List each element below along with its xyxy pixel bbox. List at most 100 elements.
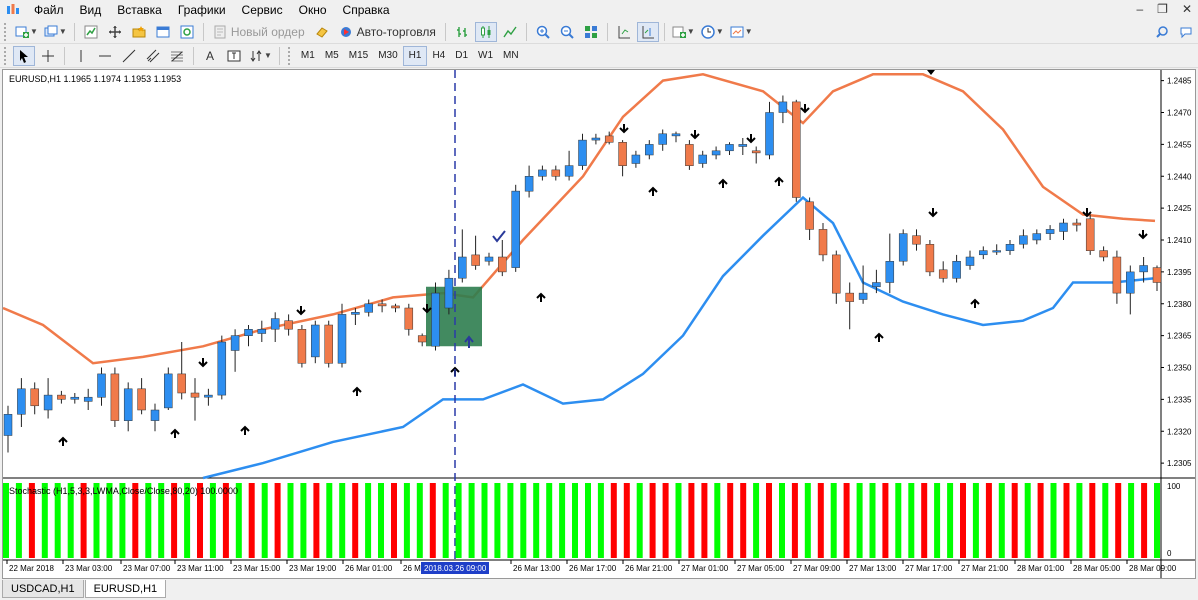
channel-button[interactable] bbox=[142, 46, 164, 66]
new-chart-button[interactable]: ▼ bbox=[13, 22, 40, 42]
menu-insert[interactable]: Вставка bbox=[109, 0, 170, 20]
tile-windows-button[interactable] bbox=[580, 22, 602, 42]
templates-button[interactable]: ▼ bbox=[728, 22, 755, 42]
fractal-up-arrow bbox=[874, 332, 884, 342]
text-tool-button[interactable]: A bbox=[199, 46, 221, 66]
stochastic-bar bbox=[740, 483, 747, 558]
line-chart-button[interactable] bbox=[499, 22, 521, 42]
stochastic-bar bbox=[442, 483, 449, 558]
restore-icon[interactable]: ❐ bbox=[1157, 2, 1168, 16]
candle-body bbox=[471, 254, 480, 266]
chart-shift-button[interactable] bbox=[636, 21, 659, 42]
stochastic-bar bbox=[1050, 483, 1057, 558]
periods-button[interactable]: ▼ bbox=[699, 22, 726, 42]
timeframe-mn[interactable]: MN bbox=[498, 46, 524, 66]
data-window-button[interactable] bbox=[104, 22, 126, 42]
chart-shift-icon bbox=[642, 25, 654, 38]
time-tick-label: 28 Mar 09:00 bbox=[1129, 564, 1177, 573]
horizontal-line-button[interactable] bbox=[94, 46, 116, 66]
timeframe-m30[interactable]: M30 bbox=[373, 46, 402, 66]
timeframe-w1[interactable]: W1 bbox=[473, 46, 498, 66]
candle-body bbox=[738, 144, 748, 147]
close-icon[interactable]: ✕ bbox=[1182, 2, 1192, 16]
crosshair-tool-button[interactable] bbox=[37, 46, 59, 66]
stochastic-bar bbox=[274, 483, 281, 558]
stochastic-bar bbox=[1115, 483, 1122, 558]
auto-trading-button[interactable]: Авто-торговля bbox=[335, 22, 440, 42]
label-tool-button[interactable] bbox=[223, 46, 245, 66]
chat-button[interactable] bbox=[1175, 22, 1197, 42]
minimize-icon[interactable]: – bbox=[1136, 2, 1143, 16]
candle-body bbox=[778, 101, 788, 113]
toolbar-separator bbox=[278, 46, 280, 65]
meta-editor-button[interactable] bbox=[311, 22, 333, 42]
candle-body bbox=[538, 169, 547, 177]
timeframe-h1[interactable]: H1 bbox=[402, 45, 428, 66]
toolbar-grip[interactable] bbox=[4, 46, 8, 65]
indicators-button[interactable]: ▼ bbox=[670, 22, 697, 42]
toolbar-separator bbox=[64, 46, 65, 65]
trendline-icon bbox=[122, 49, 136, 62]
menu-help[interactable]: Справка bbox=[335, 0, 398, 20]
price-tick-label: 1.2470 bbox=[1167, 109, 1192, 118]
candle-body bbox=[417, 335, 427, 343]
candle-body bbox=[1032, 233, 1042, 241]
candle-body bbox=[725, 144, 734, 152]
autoscroll-button[interactable] bbox=[613, 22, 635, 42]
tab-eurusd[interactable]: EURUSD,H1 bbox=[84, 580, 167, 598]
candle-body bbox=[444, 277, 454, 309]
trendline-button[interactable] bbox=[118, 46, 140, 66]
zoom-in-button[interactable] bbox=[532, 22, 554, 42]
timeframe-h4[interactable]: H4 bbox=[427, 46, 450, 66]
navigator-button[interactable] bbox=[128, 22, 150, 42]
menu-charts[interactable]: Графики bbox=[170, 0, 234, 20]
candle-body bbox=[364, 303, 373, 313]
menu-file[interactable]: Файл bbox=[26, 0, 72, 20]
arrows-tool-button[interactable]: ▼ bbox=[247, 46, 274, 66]
strategy-tester-button[interactable] bbox=[176, 22, 198, 42]
candlestick-chart-button[interactable] bbox=[474, 21, 497, 42]
timeframe-m5[interactable]: M5 bbox=[320, 46, 344, 66]
toolbar-grip[interactable] bbox=[4, 22, 8, 41]
stochastic-bar bbox=[947, 483, 954, 558]
stochastic-bar bbox=[830, 483, 837, 558]
new-order-button[interactable]: Новый ордер bbox=[209, 22, 309, 42]
candle-body bbox=[965, 256, 975, 266]
profiles-button[interactable]: ▼ bbox=[42, 22, 69, 42]
cursor-tool-button[interactable] bbox=[13, 45, 35, 66]
candle-body bbox=[230, 335, 240, 351]
fractal-down-arrow bbox=[690, 130, 700, 140]
stochastic-bar bbox=[1076, 483, 1083, 558]
price-tick-label: 1.2410 bbox=[1167, 236, 1192, 245]
candle-body bbox=[484, 256, 494, 262]
price-tick-label: 1.2485 bbox=[1167, 77, 1192, 86]
time-tick-label: 23 Mar 03:00 bbox=[65, 564, 113, 573]
candle-body bbox=[377, 303, 387, 307]
timeframe-m1[interactable]: M1 bbox=[296, 46, 320, 66]
toolbar-grip[interactable] bbox=[287, 46, 292, 65]
timeframe-d1[interactable]: D1 bbox=[450, 46, 473, 66]
timeframe-m15[interactable]: M15 bbox=[344, 46, 373, 66]
terminal-button[interactable] bbox=[152, 22, 174, 42]
auto-trading-label: Авто-торговля bbox=[356, 24, 436, 39]
zoom-out-button[interactable] bbox=[556, 22, 578, 42]
vertical-line-button[interactable] bbox=[70, 46, 92, 66]
candle-body bbox=[1139, 265, 1148, 273]
terminal-window: Файл Вид Вставка Графики Сервис Окно Спр… bbox=[0, 0, 1198, 600]
menu-tools[interactable]: Сервис bbox=[234, 0, 291, 20]
price-chart[interactable]: 1.2485 1.2470 1.2455 1.2440 1.2425 1.2410 1.23… bbox=[3, 70, 1195, 578]
search-button[interactable] bbox=[1151, 22, 1173, 42]
new-order-icon bbox=[214, 25, 226, 38]
price-tick-label: 1.2380 bbox=[1167, 300, 1192, 309]
fibonacci-button[interactable] bbox=[166, 46, 188, 66]
chart-window[interactable]: 1.2485 1.2470 1.2455 1.2440 1.2425 1.2410 1.23… bbox=[2, 69, 1196, 579]
bar-chart-button[interactable] bbox=[451, 22, 473, 42]
menu-view[interactable]: Вид bbox=[72, 0, 110, 20]
fractal-up-arrow bbox=[774, 176, 784, 186]
market-watch-button[interactable] bbox=[80, 22, 102, 42]
text-label-icon bbox=[227, 50, 241, 61]
tab-usdcad[interactable]: USDCAD,H1 bbox=[2, 580, 84, 598]
text-tool-label: A bbox=[205, 48, 214, 63]
stochastic-bar bbox=[313, 483, 320, 558]
menu-window[interactable]: Окно bbox=[291, 0, 335, 20]
